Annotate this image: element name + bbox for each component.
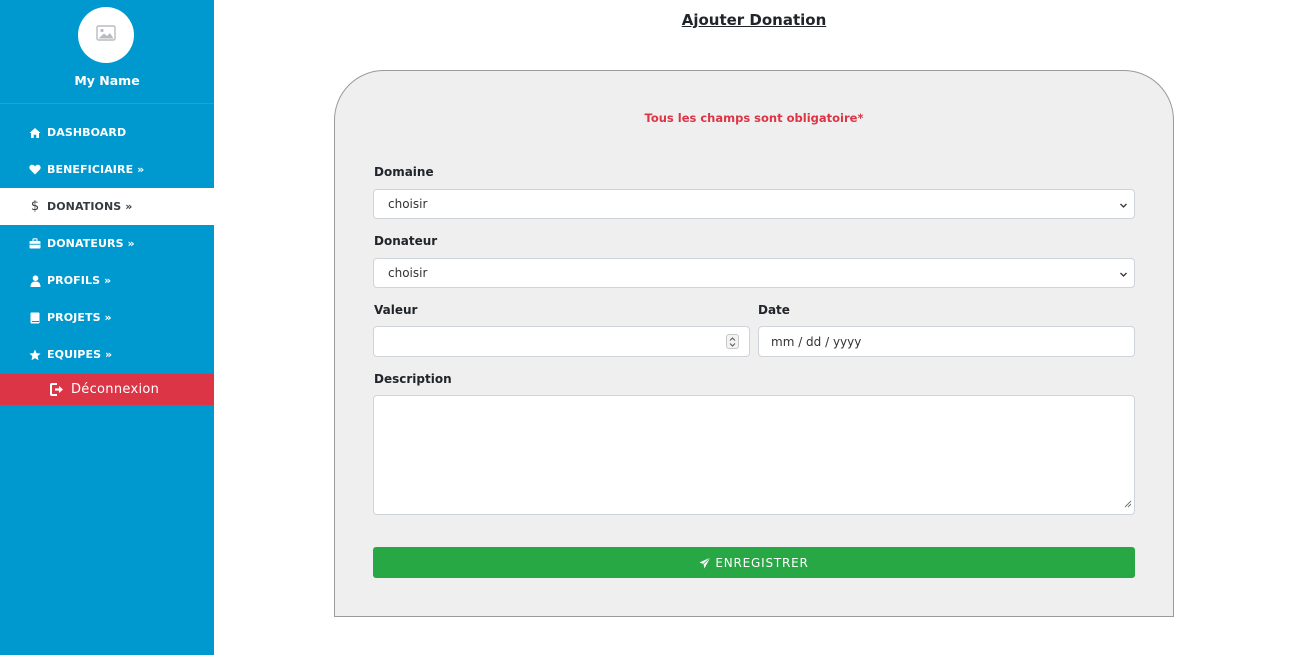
sidebar-item-profils[interactable]: PROFILS » — [0, 262, 214, 299]
stepper-up-icon[interactable] — [729, 336, 736, 341]
dollar-icon: $ — [30, 199, 40, 214]
sidebar-profile: My Name — [0, 0, 214, 104]
save-button[interactable]: ENREGISTRER — [373, 547, 1135, 578]
user-icon — [28, 274, 42, 288]
domaine-selected-value: choisir — [388, 197, 428, 211]
sidebar-item-label: DASHBOARD — [47, 126, 127, 139]
sidebar-item-equipes[interactable]: EQUIPES » — [0, 336, 214, 373]
star-icon — [28, 348, 42, 362]
profile-name: My Name — [74, 73, 140, 88]
sidebar-item-dashboard[interactable]: DASHBOARD — [0, 114, 214, 151]
sidebar-item-donateurs[interactable]: DONATEURS » — [0, 225, 214, 262]
valeur-number-input[interactable] — [373, 326, 750, 357]
briefcase-icon — [28, 237, 42, 251]
save-button-label: ENREGISTRER — [715, 555, 809, 570]
domaine-label: Domaine — [374, 165, 434, 179]
logout-label: Déconnexion — [71, 382, 160, 397]
description-label: Description — [374, 372, 452, 386]
donation-form-card: Tous les champs sont obligatoire* Domain… — [334, 70, 1174, 617]
heart-icon — [28, 163, 42, 177]
sidebar-item-label: PROFILS » — [47, 274, 112, 287]
valeur-label: Valeur — [374, 303, 418, 317]
date-input[interactable]: mm / dd / yyyy — [758, 326, 1135, 357]
description-textarea[interactable] — [373, 395, 1135, 515]
sidebar-item-donations[interactable]: $ DONATIONS » — [0, 188, 214, 225]
donateur-select[interactable]: choisir — [373, 258, 1135, 288]
required-fields-notice: Tous les champs sont obligatoire* — [644, 111, 864, 125]
sidebar-item-beneficiaire[interactable]: BENEFICIAIRE » — [0, 151, 214, 188]
sidebar-item-label: DONATIONS » — [47, 200, 133, 213]
avatar[interactable] — [78, 7, 134, 63]
chevron-down-icon — [1119, 268, 1128, 282]
domaine-select[interactable]: choisir — [373, 189, 1135, 219]
stepper-down-icon[interactable] — [729, 342, 736, 347]
donateur-selected-value: choisir — [388, 266, 428, 280]
logout-button[interactable]: Déconnexion — [0, 374, 214, 405]
sidebar-item-label: BENEFICIAIRE » — [47, 163, 145, 176]
sidebar: My Name DASHBOARD BENEFICIAIRE » $ DONAT… — [0, 0, 214, 655]
home-icon — [28, 126, 42, 140]
sidebar-item-label: EQUIPES » — [47, 348, 113, 361]
sidebar-item-projets[interactable]: PROJETS » — [0, 299, 214, 336]
sidebar-nav: DASHBOARD BENEFICIAIRE » $ DONATIONS » D… — [0, 114, 214, 373]
chevron-down-icon — [1119, 199, 1128, 213]
sign-out-icon — [50, 383, 64, 396]
book-icon — [28, 311, 42, 325]
paper-plane-icon — [699, 556, 712, 569]
sidebar-item-label: DONATEURS » — [47, 237, 135, 250]
resize-handle-icon[interactable] — [1123, 493, 1132, 512]
donateur-label: Donateur — [374, 234, 438, 248]
image-placeholder-icon — [96, 25, 116, 45]
date-label: Date — [758, 303, 790, 317]
page-title: Ajouter Donation — [681, 11, 827, 29]
date-placeholder: mm / dd / yyyy — [771, 335, 862, 349]
number-stepper[interactable] — [726, 334, 739, 349]
sidebar-item-label: PROJETS » — [47, 311, 112, 324]
